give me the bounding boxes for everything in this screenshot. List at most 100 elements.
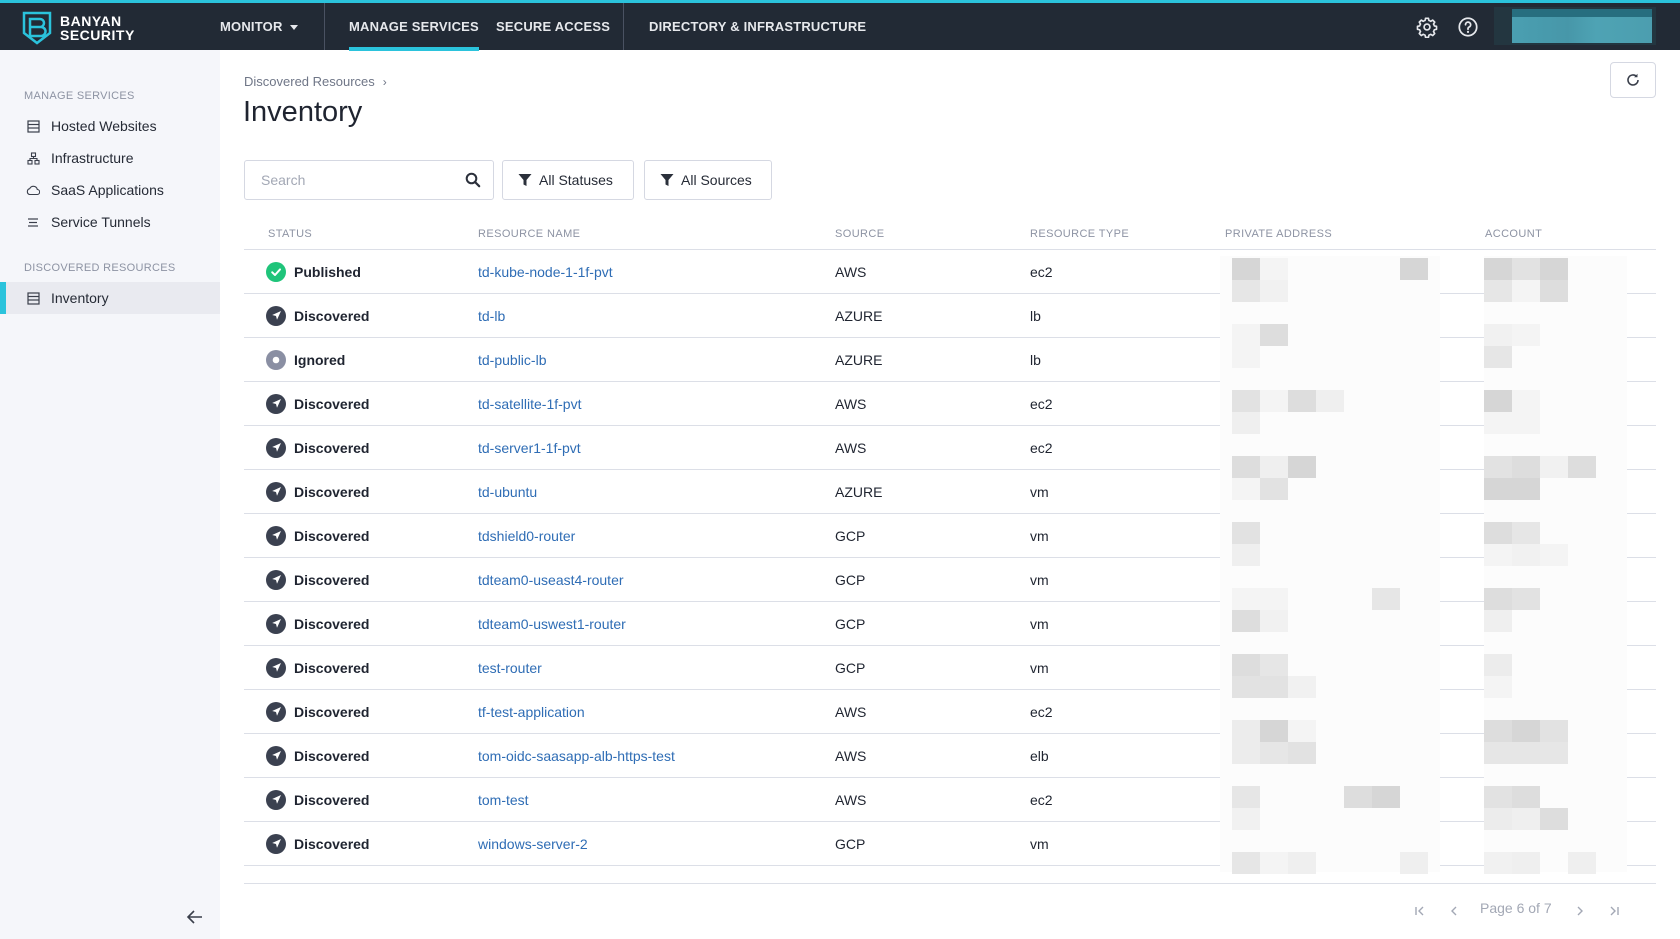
search-input[interactable] — [245, 161, 455, 199]
redaction-tile — [1288, 390, 1316, 412]
resource-name-link[interactable]: test-router — [478, 660, 542, 676]
source-cell: GCP — [835, 527, 866, 544]
column-header-private-address[interactable]: PRIVATE ADDRESS — [1225, 228, 1332, 240]
table-row[interactable]: Discovered td-server1-1f-pvt AWS ec2 — [244, 426, 1656, 470]
source-cell: GCP — [835, 615, 866, 632]
network-icon — [26, 151, 40, 165]
status-label: Discovered — [294, 659, 370, 676]
search-icon[interactable] — [465, 172, 481, 188]
redaction-tile — [1260, 654, 1288, 676]
column-header-source[interactable]: SOURCE — [835, 228, 884, 240]
navigation-arrow-icon — [266, 745, 286, 766]
column-header-resource-name[interactable]: RESOURCE NAME — [478, 228, 580, 240]
status-label: Ignored — [294, 351, 346, 368]
resource-type-cell: ec2 — [1030, 791, 1053, 808]
table-row[interactable]: Discovered td-lb AZURE lb — [244, 294, 1656, 338]
table-row[interactable]: Discovered tdteam0-uswest1-router GCP vm — [244, 602, 1656, 646]
source-filter-button[interactable]: All Sources — [644, 160, 772, 200]
column-header-status[interactable]: STATUS — [268, 228, 312, 240]
status-label: Discovered — [294, 307, 370, 324]
redaction-tile — [1232, 478, 1260, 500]
redaction-tile — [1232, 280, 1260, 302]
table-row[interactable]: Discovered tdshield0-router GCP vm — [244, 514, 1656, 558]
nav-manage-services-label: MANAGE SERVICES — [349, 19, 479, 34]
sidebar-item-infrastructure[interactable]: Infrastructure — [0, 142, 220, 174]
refresh-button[interactable] — [1610, 62, 1656, 98]
redaction-tile — [1288, 676, 1316, 698]
redaction-tile — [1540, 720, 1568, 742]
source-cell: AWS — [835, 791, 867, 808]
column-header-account[interactable]: ACCOUNT — [1485, 228, 1542, 240]
resource-name-link[interactable]: td-ubuntu — [478, 484, 537, 500]
table-row[interactable]: Discovered tom-test AWS ec2 — [244, 778, 1656, 822]
resource-name-link[interactable]: td-lb — [478, 308, 505, 324]
table-row[interactable]: Discovered td-ubuntu AZURE vm — [244, 470, 1656, 514]
arrow-left-icon[interactable] — [184, 907, 206, 927]
sidebar-item-saas-applications[interactable]: SaaS Applications — [0, 174, 220, 206]
table-row[interactable]: Ignored td-public-lb AZURE lb — [244, 338, 1656, 382]
redaction-tile — [1344, 786, 1372, 808]
status-label: Discovered — [294, 615, 370, 632]
table-body: Published td-kube-node-1-1f-pvt AWS ec2 Disc… — [244, 250, 1656, 866]
nav-directory-infrastructure[interactable]: DIRECTORY & INFRASTRUCTURE — [649, 3, 866, 50]
navigation-arrow-icon — [266, 789, 286, 810]
help-icon[interactable] — [1457, 16, 1479, 38]
resource-name-link[interactable]: tdteam0-useast4-router — [478, 572, 624, 588]
resource-name-link[interactable]: tom-test — [478, 792, 529, 808]
redaction-tile — [1232, 544, 1260, 566]
resource-name-link[interactable]: td-satellite-1f-pvt — [478, 396, 581, 412]
breadcrumb-discovered-resources[interactable]: Discovered Resources — [244, 74, 375, 89]
first-page-button[interactable] — [1410, 900, 1430, 922]
table-row[interactable]: Published td-kube-node-1-1f-pvt AWS ec2 — [244, 250, 1656, 294]
sidebar-item-inventory[interactable]: Inventory — [0, 282, 220, 314]
resource-name-link[interactable]: td-public-lb — [478, 352, 546, 368]
resource-name-cell: tdshield0-router — [478, 514, 575, 557]
brand-logo[interactable]: BANYAN SECURITY — [22, 11, 135, 45]
table-row[interactable]: Discovered tdteam0-useast4-router GCP vm — [244, 558, 1656, 602]
nav-secure-access[interactable]: SECURE ACCESS — [496, 3, 610, 50]
gear-icon[interactable] — [1416, 16, 1438, 38]
table-row[interactable]: Discovered test-router GCP vm — [244, 646, 1656, 690]
nav-manage-services[interactable]: MANAGE SERVICES — [349, 3, 479, 51]
redaction-tile — [1232, 808, 1260, 830]
resource-name-link[interactable]: td-server1-1f-pvt — [478, 440, 581, 456]
table-row[interactable]: Discovered tf-test-application AWS ec2 — [244, 690, 1656, 734]
redaction-tile — [1260, 588, 1288, 610]
sidebar-item-hosted-websites[interactable]: Hosted Websites — [0, 110, 220, 142]
navigation-arrow-icon — [266, 525, 286, 546]
ignored-dot-icon — [266, 349, 286, 370]
resource-name-cell: windows-server-2 — [478, 822, 588, 865]
table-row[interactable]: Discovered windows-server-2 GCP vm — [244, 822, 1656, 866]
redaction-tile — [1540, 544, 1568, 566]
nav-divider — [623, 3, 624, 50]
redaction-tile — [1232, 676, 1260, 698]
resource-type-cell: ec2 — [1030, 703, 1053, 720]
table-row[interactable]: Discovered tom-oidc-saasapp-alb-https-tes… — [244, 734, 1656, 778]
resource-name-link[interactable]: tf-test-application — [478, 704, 585, 720]
resource-name-link[interactable]: td-kube-node-1-1f-pvt — [478, 264, 613, 280]
status-label: Discovered — [294, 439, 370, 456]
resource-name-link[interactable]: windows-server-2 — [478, 836, 588, 852]
redaction-tile — [1232, 852, 1260, 874]
table-row[interactable]: Discovered td-satellite-1f-pvt AWS ec2 — [244, 382, 1656, 426]
redaction-tile — [1512, 808, 1540, 830]
user-menu-redacted[interactable] — [1494, 7, 1656, 45]
resource-name-link[interactable]: tom-oidc-saasapp-alb-https-test — [478, 748, 675, 764]
column-header-resource-type[interactable]: RESOURCE TYPE — [1030, 228, 1129, 240]
last-page-button[interactable] — [1604, 900, 1624, 922]
nav-monitor[interactable]: MONITOR — [220, 3, 298, 50]
status-label: Discovered — [294, 395, 370, 412]
redaction-tile — [1540, 258, 1568, 280]
resource-name-link[interactable]: tdshield0-router — [478, 528, 575, 544]
resource-name-link[interactable]: tdteam0-uswest1-router — [478, 616, 626, 632]
previous-page-button[interactable] — [1444, 900, 1464, 922]
status-filter-button[interactable]: All Statuses — [502, 160, 634, 200]
redaction-tile — [1260, 258, 1288, 280]
next-page-button[interactable] — [1570, 900, 1590, 922]
sidebar-item-service-tunnels[interactable]: Service Tunnels — [0, 206, 220, 238]
resource-type-cell: ec2 — [1030, 263, 1053, 280]
redaction-tile — [1372, 786, 1400, 808]
resource-type-cell: vm — [1030, 835, 1049, 852]
status-cell: Discovered — [266, 558, 369, 601]
resource-name-cell: tdteam0-useast4-router — [478, 558, 624, 601]
